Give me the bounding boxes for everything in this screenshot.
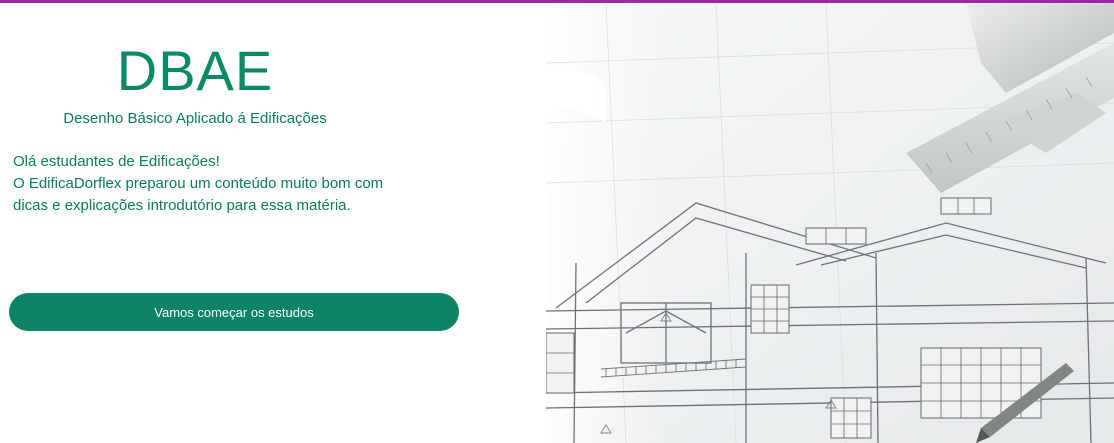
site-subtitle: Desenho Básico Aplicado á Edificações — [63, 110, 327, 127]
site-logo[interactable]: DBAE — [0, 43, 390, 99]
architectural-blueprint-image — [546, 3, 1114, 443]
hero-image — [546, 3, 1114, 443]
start-studies-button[interactable]: Vamos começar os estudos — [9, 293, 459, 331]
landing-page: DBAE Desenho Básico Aplicado á Edificaçõ… — [0, 0, 1114, 443]
intro-text: Olá estudantes de Edificações! O Edifica… — [13, 151, 413, 217]
top-border — [0, 0, 1114, 3]
intro-description: O EdificaDorflex preparou um conteúdo mu… — [13, 175, 384, 214]
intro-panel: DBAE Desenho Básico Aplicado á Edificaçõ… — [0, 3, 546, 443]
intro-greeting: Olá estudantes de Edificações! — [13, 153, 220, 170]
